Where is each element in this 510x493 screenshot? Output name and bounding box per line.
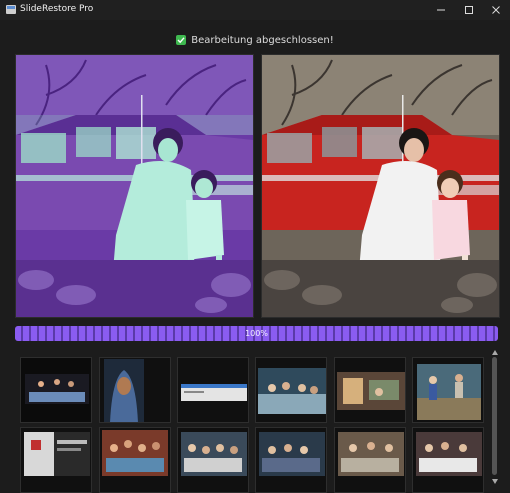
- before-image: [15, 54, 254, 318]
- thumbnail-2[interactable]: [99, 357, 171, 423]
- after-image: [261, 54, 500, 318]
- maximize-button[interactable]: [455, 0, 483, 20]
- status-text: Bearbeitung abgeschlossen!: [191, 34, 334, 46]
- progress-label: 100%: [245, 329, 268, 338]
- close-icon: [492, 6, 500, 14]
- thumbnail-12[interactable]: [412, 427, 484, 493]
- status-line: Bearbeitung abgeschlossen!: [0, 33, 510, 47]
- app-icon: [6, 5, 16, 14]
- title-bar: SlideRestore Pro: [0, 0, 510, 20]
- thumbnail-6[interactable]: [412, 357, 484, 423]
- thumbnail-11[interactable]: [334, 427, 406, 493]
- close-button[interactable]: [482, 0, 510, 20]
- thumbnail-4[interactable]: [255, 357, 327, 423]
- thumbnail-10[interactable]: [255, 427, 327, 493]
- window-title: SlideRestore Pro: [20, 4, 94, 14]
- progress-bar: 100%: [15, 326, 498, 341]
- minimize-button[interactable]: [427, 0, 455, 20]
- thumbnail-9[interactable]: [177, 427, 249, 493]
- scroll-down-icon[interactable]: [491, 478, 498, 485]
- thumbnail-8[interactable]: [99, 427, 171, 493]
- thumbnail-5[interactable]: [334, 357, 406, 423]
- checkmark-icon: [176, 35, 187, 45]
- maximize-icon: [465, 6, 473, 14]
- thumbnail-3[interactable]: [177, 357, 249, 423]
- thumbnail-1[interactable]: [20, 357, 92, 423]
- thumbnail-gallery: [14, 349, 488, 493]
- scroll-thumb[interactable]: [492, 357, 497, 475]
- thumbnail-7[interactable]: [20, 427, 92, 493]
- gallery-scrollbar[interactable]: [491, 349, 498, 485]
- scroll-up-icon[interactable]: [491, 349, 498, 356]
- minimize-icon: [437, 9, 445, 11]
